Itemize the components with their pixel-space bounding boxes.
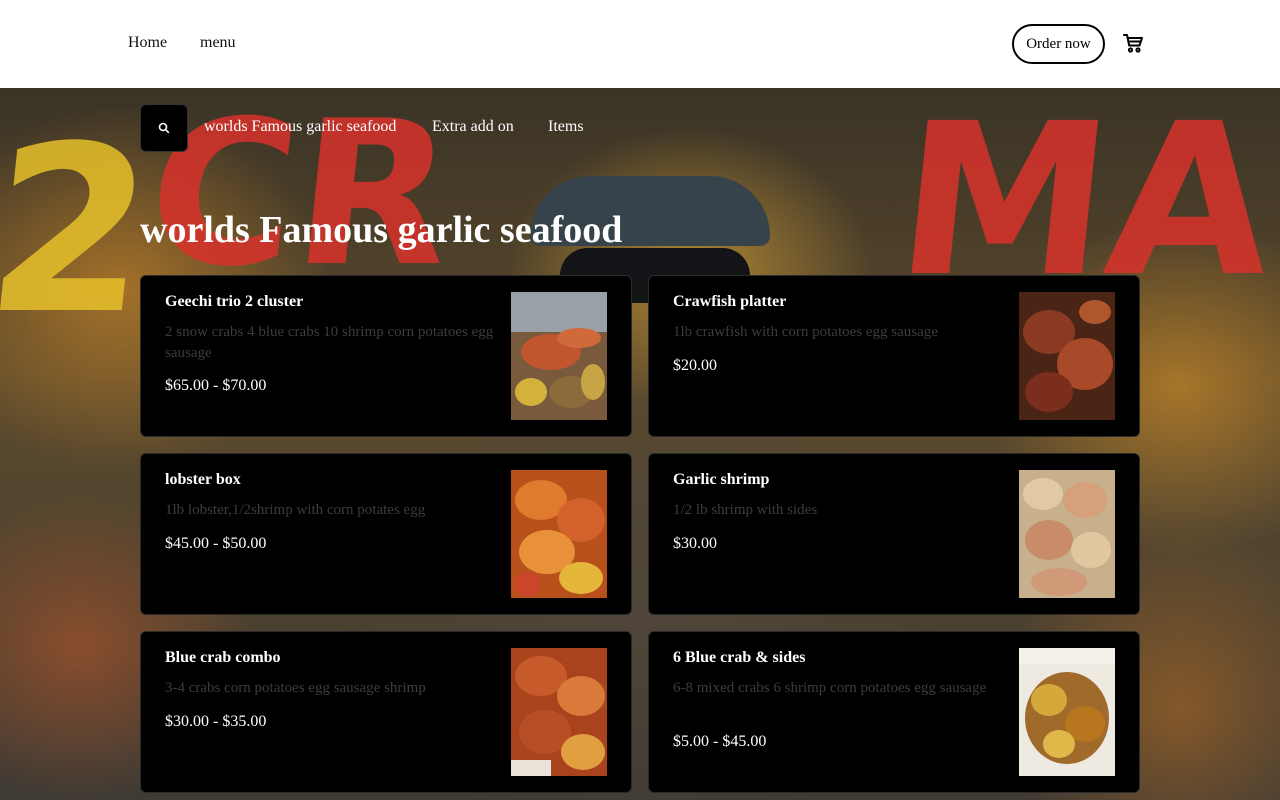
menu-item-price: $30.00 bbox=[673, 535, 717, 552]
menu-item-card[interactable]: Crawfish platter 1lb crawfish with corn … bbox=[648, 275, 1140, 437]
menu-item-price: $20.00 bbox=[673, 357, 717, 374]
menu-item-price: $65.00 - $70.00 bbox=[165, 377, 267, 394]
menu-item-card[interactable]: Geechi trio 2 cluster 2 snow crabs 4 blu… bbox=[140, 275, 632, 437]
cart-icon[interactable] bbox=[1121, 31, 1145, 55]
site-header: Home menu Order now bbox=[0, 0, 1280, 88]
menu-item-name: lobster box bbox=[165, 471, 241, 488]
menu-item-card[interactable]: 6 Blue crab & sides 6-8 mixed crabs 6 sh… bbox=[648, 631, 1140, 793]
menu-item-photo bbox=[511, 648, 607, 776]
menu-item-photo bbox=[1019, 648, 1115, 776]
menu-item-name: Blue crab combo bbox=[165, 649, 281, 666]
category-items[interactable]: Items bbox=[548, 118, 584, 136]
menu-item-name: 6 Blue crab & sides bbox=[673, 649, 806, 666]
menu-item-price: $5.00 - $45.00 bbox=[673, 733, 767, 750]
category-garlic-seafood[interactable]: worlds Famous garlic seafood bbox=[204, 118, 396, 136]
category-extra-add-on[interactable]: Extra add on bbox=[432, 118, 514, 136]
menu-item-photo bbox=[1019, 470, 1115, 598]
menu-item-description: 1lb lobster,1/2shrimp with corn potates … bbox=[165, 502, 426, 518]
nav-home[interactable]: Home bbox=[128, 34, 167, 52]
nav-menu[interactable]: menu bbox=[200, 34, 236, 52]
menu-item-price: $45.00 - $50.00 bbox=[165, 535, 267, 552]
menu-item-description: 1/2 lb shrimp with sides bbox=[673, 502, 818, 518]
menu-item-photo bbox=[511, 470, 607, 598]
section-title: worlds Famous garlic seafood bbox=[140, 209, 623, 251]
search-button[interactable] bbox=[140, 104, 188, 152]
search-icon bbox=[158, 122, 170, 134]
menu-item-name: Garlic shrimp bbox=[673, 471, 770, 488]
menu-item-price: $30.00 - $35.00 bbox=[165, 713, 267, 730]
menu-item-card[interactable]: Blue crab combo 3-4 crabs corn potatoes … bbox=[140, 631, 632, 793]
menu-item-description: 6-8 mixed crabs 6 shrimp corn potatoes e… bbox=[673, 680, 987, 696]
menu-item-name: Crawfish platter bbox=[673, 293, 787, 310]
menu-item-name: Geechi trio 2 cluster bbox=[165, 293, 304, 310]
order-now-button[interactable]: Order now bbox=[1012, 24, 1105, 64]
menu-item-photo bbox=[1019, 292, 1115, 420]
menu-item-card[interactable]: Garlic shrimp 1/2 lb shrimp with sides $… bbox=[648, 453, 1140, 615]
menu-item-description: 2 snow crabs 4 blue crabs 10 shrimp corn… bbox=[165, 324, 494, 361]
menu-item-description: 3-4 crabs corn potatoes egg sausage shri… bbox=[165, 680, 426, 696]
menu-item-photo bbox=[511, 292, 607, 420]
menu-item-description: 1lb crawfish with corn potatoes egg saus… bbox=[673, 324, 938, 340]
menu-item-card[interactable]: lobster box 1lb lobster,1/2shrimp with c… bbox=[140, 453, 632, 615]
